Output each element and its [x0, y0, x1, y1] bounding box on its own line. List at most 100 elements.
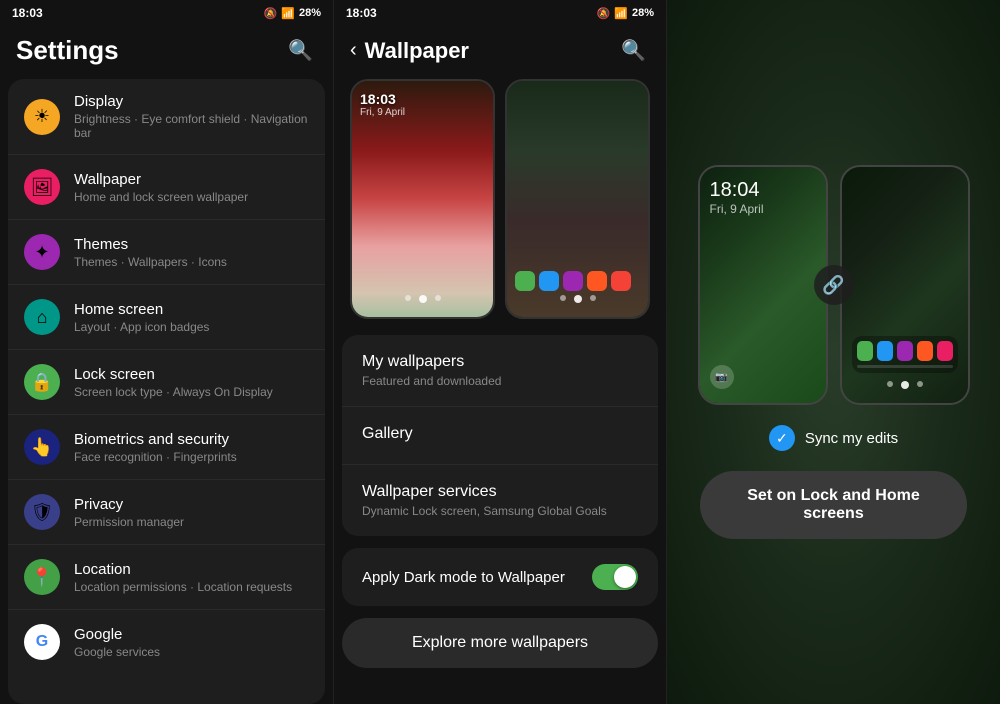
settings-item-themes[interactable]: ✦ Themes Themes · Wallpapers · Icons: [8, 220, 325, 285]
preview-bottom-1: [360, 291, 485, 307]
display-sub: Brightness · Eye comfort shield · Naviga…: [74, 112, 309, 140]
themes-icon: ✦: [24, 234, 60, 270]
wallpaper-header: ‹ Wallpaper 🔍: [334, 26, 666, 79]
home-label: Home screen: [74, 301, 309, 318]
preview-phones-container: 18:04 Fri, 9 April 📷 🔗: [698, 165, 970, 405]
dark-mode-toggle[interactable]: [592, 564, 638, 590]
settings-item-lock[interactable]: 🔒 Lock screen Screen lock type · Always …: [8, 350, 325, 415]
privacy-text: Privacy Permission manager: [74, 496, 309, 529]
battery-1: 28%: [299, 7, 321, 19]
wifi-icon-2: 📶: [614, 7, 628, 20]
floral-bg-1: 18:03 Fri, 9 April: [352, 81, 493, 317]
home-icon: ⌂: [24, 299, 60, 335]
home-preview-nav: [852, 377, 958, 393]
settings-title: Settings: [16, 35, 119, 66]
lock-screen-preview[interactable]: 18:03 Fri, 9 April: [350, 79, 495, 319]
app-icon-4: [587, 271, 607, 291]
sync-check-icon: ✓: [769, 425, 795, 451]
themes-label: Themes: [74, 236, 309, 253]
biometrics-sub: Face recognition · Fingerprints: [74, 450, 309, 464]
nav-dot-2-back: [560, 295, 566, 301]
preview-time-1: 18:03 Fri, 9 April: [360, 91, 485, 118]
home-app-1: [857, 341, 873, 361]
display-label: Display: [74, 93, 309, 110]
wallpaper-option-group-1: My wallpapers Featured and downloaded Ga…: [342, 335, 658, 536]
google-sub: Google services: [74, 645, 309, 659]
google-icon: G: [24, 624, 60, 660]
preview-panel: 18:04 Fri, 9 April 📷 🔗: [667, 0, 1000, 704]
app-icon-1: [515, 271, 535, 291]
settings-item-wallpaper[interactable]: 🖼 Wallpaper Home and lock screen wallpap…: [8, 155, 325, 220]
large-preview-date: Fri, 9 April: [710, 202, 816, 216]
google-text: Google Google services: [74, 626, 309, 659]
wallpaper-sub: Home and lock screen wallpaper: [74, 190, 309, 204]
wallpaper-back-button[interactable]: ‹: [350, 39, 357, 62]
location-icon: 📍: [24, 559, 60, 595]
status-icons-2: 🔕 📶 28%: [597, 7, 654, 20]
my-wallpapers-option[interactable]: My wallpapers Featured and downloaded: [342, 335, 658, 407]
settings-item-privacy[interactable]: 🛡 Privacy Permission manager: [8, 480, 325, 545]
wallpaper-header-left: ‹ Wallpaper: [350, 38, 469, 64]
wallpaper-previews: 18:03 Fri, 9 April: [334, 79, 666, 335]
camera-btn: 📷: [710, 365, 734, 389]
mute-icon-2: 🔕: [597, 7, 611, 20]
wallpaper-services-option[interactable]: Wallpaper services Dynamic Lock screen, …: [342, 465, 658, 536]
wallpaper-icon: 🖼: [24, 169, 60, 205]
wallpaper-panel: 18:03 🔕 📶 28% ‹ Wallpaper 🔍 18:03 Fri, 9…: [333, 0, 667, 704]
biometrics-icon: 👆: [24, 429, 60, 465]
status-bar-wallpaper: 18:03 🔕 📶 28%: [334, 0, 666, 26]
app-icon-3: [563, 271, 583, 291]
gallery-option[interactable]: Gallery: [342, 407, 658, 465]
lock-sub: Screen lock type · Always On Display: [74, 385, 309, 399]
explore-wallpapers-button[interactable]: Explore more wallpapers: [342, 618, 658, 668]
themes-text: Themes Themes · Wallpapers · Icons: [74, 236, 309, 269]
wallpaper-search-button[interactable]: 🔍: [617, 34, 650, 67]
settings-item-biometrics[interactable]: 👆 Biometrics and security Face recogniti…: [8, 415, 325, 480]
display-icon: ☀: [24, 99, 60, 135]
themes-sub: Themes · Wallpapers · Icons: [74, 255, 309, 269]
home-screen-large-preview[interactable]: [840, 165, 970, 405]
settings-item-display[interactable]: ☀ Display Brightness · Eye comfort shiel…: [8, 79, 325, 155]
mute-icon: 🔕: [264, 7, 278, 20]
leaves-bg-home: [842, 167, 968, 403]
wallpaper-label: Wallpaper: [74, 171, 309, 188]
settings-item-google[interactable]: G Google Google services: [8, 610, 325, 674]
biometrics-label: Biometrics and security: [74, 431, 309, 448]
leaves-bg-lock: 18:04 Fri, 9 April 📷: [700, 167, 826, 403]
biometrics-text: Biometrics and security Face recognition…: [74, 431, 309, 464]
sync-row: ✓ Sync my edits: [769, 425, 898, 451]
privacy-label: Privacy: [74, 496, 309, 513]
home-sub: Layout · App icon badges: [74, 320, 309, 334]
lock-label: Lock screen: [74, 366, 309, 383]
dark-mode-label: Apply Dark mode to Wallpaper: [362, 569, 565, 586]
home-app-3: [897, 341, 913, 361]
status-icons-1: 🔕 📶 28%: [264, 7, 321, 20]
settings-header: Settings 🔍: [0, 26, 333, 79]
toggle-knob: [614, 566, 636, 588]
sync-label: Sync my edits: [805, 430, 898, 447]
status-time-2: 18:03: [346, 6, 377, 20]
home-search-bar: [857, 365, 953, 368]
settings-item-home[interactable]: ⌂ Home screen Layout · App icon badges: [8, 285, 325, 350]
link-icon: 🔗: [814, 265, 854, 305]
home-nav-home: [901, 381, 909, 389]
wallpaper-services-sub: Dynamic Lock screen, Samsung Global Goal…: [362, 504, 638, 518]
wallpaper-services-title: Wallpaper services: [362, 483, 638, 501]
nav-dot-back: [405, 295, 411, 301]
preview-nav-2: [515, 291, 640, 307]
dark-mode-toggle-row: Apply Dark mode to Wallpaper: [342, 548, 658, 606]
location-sub: Location permissions · Location requests: [74, 580, 309, 594]
settings-item-location[interactable]: 📍 Location Location permissions · Locati…: [8, 545, 325, 610]
home-preview-bottom: [852, 336, 958, 393]
wallpaper-text: Wallpaper Home and lock screen wallpaper: [74, 171, 309, 204]
app-icon-5: [611, 271, 631, 291]
large-preview-bottom: 📷: [710, 365, 816, 393]
set-wallpaper-button[interactable]: Set on Lock and Home screens: [700, 471, 966, 539]
settings-list: ☀ Display Brightness · Eye comfort shiel…: [8, 79, 325, 704]
home-screen-preview[interactable]: [505, 79, 650, 319]
settings-panel: 18:03 🔕 📶 28% Settings 🔍 ☀ Display Brigh…: [0, 0, 333, 704]
settings-search-button[interactable]: 🔍: [284, 34, 317, 67]
lock-screen-large-preview[interactable]: 18:04 Fri, 9 April 📷: [698, 165, 828, 405]
status-time-1: 18:03: [12, 6, 43, 20]
display-text: Display Brightness · Eye comfort shield …: [74, 93, 309, 140]
